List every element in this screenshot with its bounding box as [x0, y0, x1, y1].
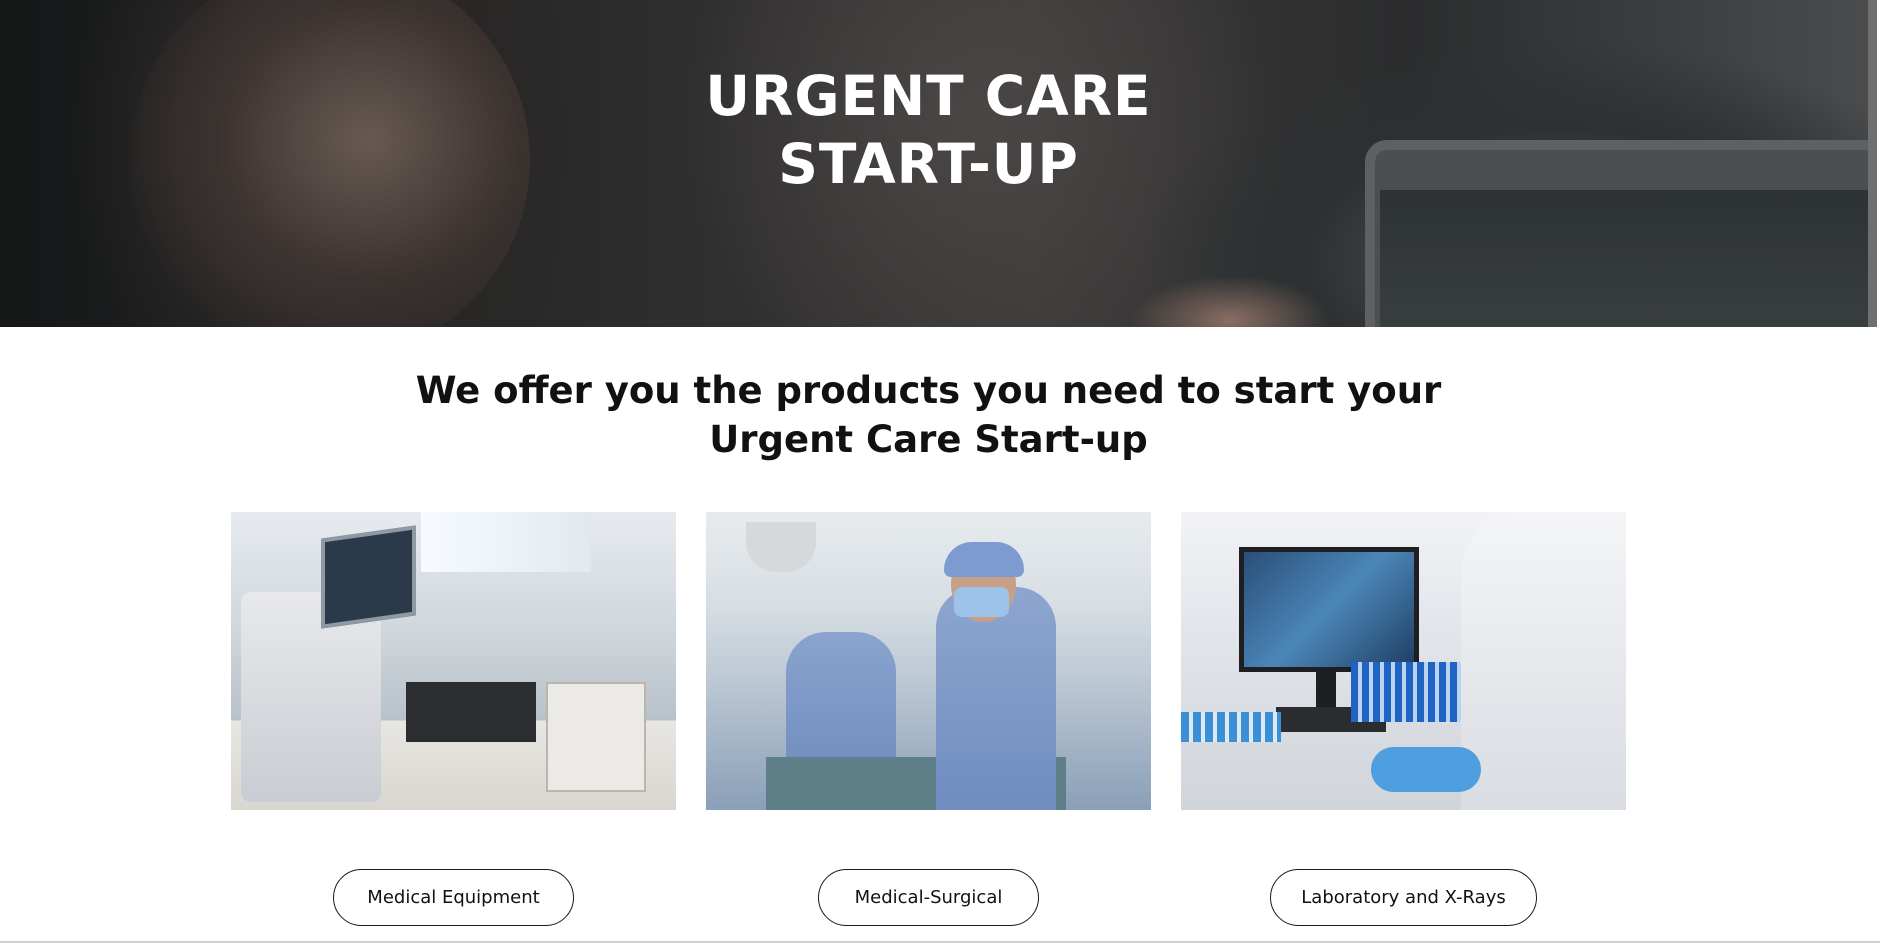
hero-title-line-2: START-UP	[778, 132, 1079, 196]
medical-equipment-button[interactable]: Medical Equipment	[333, 869, 574, 926]
ceiling-light	[421, 512, 591, 572]
hero-banner: URGENT CARE START-UP	[0, 0, 1877, 327]
medical-equipment-image[interactable]	[231, 512, 676, 810]
test-tubes	[1181, 712, 1281, 742]
c-arm-machine	[241, 592, 381, 802]
tube-rack	[1351, 662, 1466, 722]
monitor-screen	[321, 525, 416, 629]
surgical-lamp	[746, 522, 816, 572]
laboratory-xrays-button[interactable]: Laboratory and X-Rays	[1270, 869, 1537, 926]
medical-cart	[546, 682, 646, 792]
lab-monitor	[1239, 547, 1419, 672]
hero-title-line-1: URGENT CARE	[705, 64, 1152, 128]
medical-surgical-image[interactable]	[706, 512, 1151, 810]
lab-technician	[1461, 512, 1626, 810]
monitor-stand	[1316, 672, 1336, 712]
medical-surgical-button[interactable]: Medical-Surgical	[818, 869, 1039, 926]
surgeon-mask	[954, 587, 1009, 617]
headline-line-1: We offer you the products you need to st…	[415, 369, 1442, 412]
headline-line-2: Urgent Care Start-up	[709, 418, 1148, 461]
page-scrollbar[interactable]	[1868, 0, 1877, 327]
section-headline: We offer you the products you need to st…	[0, 366, 1857, 464]
hero-background-hand	[1130, 275, 1330, 327]
surgeon-cap	[944, 542, 1024, 577]
blue-glove	[1371, 747, 1481, 792]
operating-table	[406, 682, 536, 742]
hero-background-monitor-screen	[1380, 190, 1870, 327]
surgeon-body	[936, 587, 1056, 810]
hero-title: URGENT CARE START-UP	[0, 62, 1857, 198]
laboratory-image[interactable]	[1181, 512, 1626, 810]
